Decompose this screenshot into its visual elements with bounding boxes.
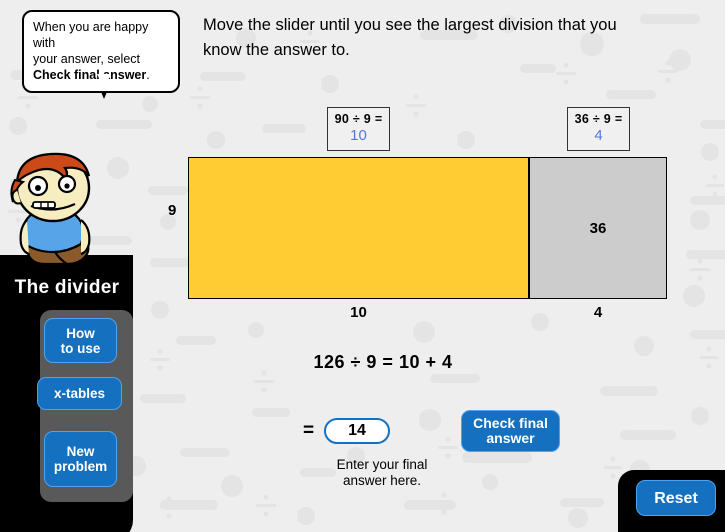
times-tables-label: x-tables bbox=[53, 386, 106, 401]
fact-box-quotient-question: 90 ÷ 9 = bbox=[334, 112, 383, 126]
hint-line-2: your answer, select bbox=[33, 52, 140, 66]
fact-box-remainder-question: 36 ÷ 9 = bbox=[574, 112, 623, 126]
array-rows-label: 9 bbox=[168, 202, 177, 219]
equation-display: 126 ÷ 9 = 10 + 4 bbox=[313, 352, 453, 372]
hint-period: . bbox=[146, 68, 150, 82]
check-button-line-2: answer bbox=[486, 430, 535, 446]
app-title: The divider bbox=[14, 277, 120, 298]
equals-sign: = bbox=[303, 420, 315, 441]
hint-emphasis: Check final answer bbox=[33, 68, 147, 82]
how-to-use-label-line-1: How bbox=[66, 325, 95, 341]
check-final-answer-button[interactable]: Check final answer bbox=[461, 410, 560, 452]
app-stage: When you are happy with your answer, sel… bbox=[0, 0, 725, 532]
new-problem-label-line-2: problem bbox=[53, 459, 108, 474]
hint-line-1: When you are happy with bbox=[33, 20, 149, 50]
how-to-use-button[interactable]: How to use bbox=[44, 318, 117, 363]
mascot-character-icon bbox=[3, 150, 103, 270]
speech-bubble-tail-inner bbox=[97, 74, 111, 89]
final-answer-input[interactable]: 14 bbox=[324, 418, 390, 444]
final-answer-hint-line-2: answer here. bbox=[342, 473, 422, 488]
fact-box-quotient-answer: 10 bbox=[350, 127, 367, 144]
fact-box-remainder: 36 ÷ 9 = 4 bbox=[567, 107, 630, 151]
final-answer-hint: Enter your final answer here. bbox=[307, 457, 457, 489]
new-problem-label-line-1: New bbox=[66, 444, 95, 459]
array-remainder-columns-label: 4 bbox=[593, 304, 603, 321]
reset-button[interactable]: Reset bbox=[636, 480, 716, 516]
check-button-line-1: Check final bbox=[473, 415, 548, 431]
array-diagram: 36 bbox=[188, 157, 667, 299]
fact-box-remainder-answer: 4 bbox=[594, 127, 603, 144]
array-block-remainder-label: 36 bbox=[589, 219, 607, 237]
final-answer-hint-line-1: Enter your final bbox=[336, 457, 428, 472]
new-problem-button[interactable]: New problem bbox=[44, 431, 117, 487]
array-quotient-columns-label: 10 bbox=[350, 304, 367, 321]
instruction-text: Move the slider until you see the larges… bbox=[203, 16, 617, 59]
fact-box-quotient: 90 ÷ 9 = 10 bbox=[327, 107, 390, 151]
times-tables-button[interactable]: x-tables bbox=[37, 377, 122, 410]
array-block-remainder[interactable]: 36 bbox=[529, 157, 667, 299]
how-to-use-label-line-2: to use bbox=[60, 340, 101, 356]
array-block-quotient[interactable] bbox=[188, 157, 529, 299]
